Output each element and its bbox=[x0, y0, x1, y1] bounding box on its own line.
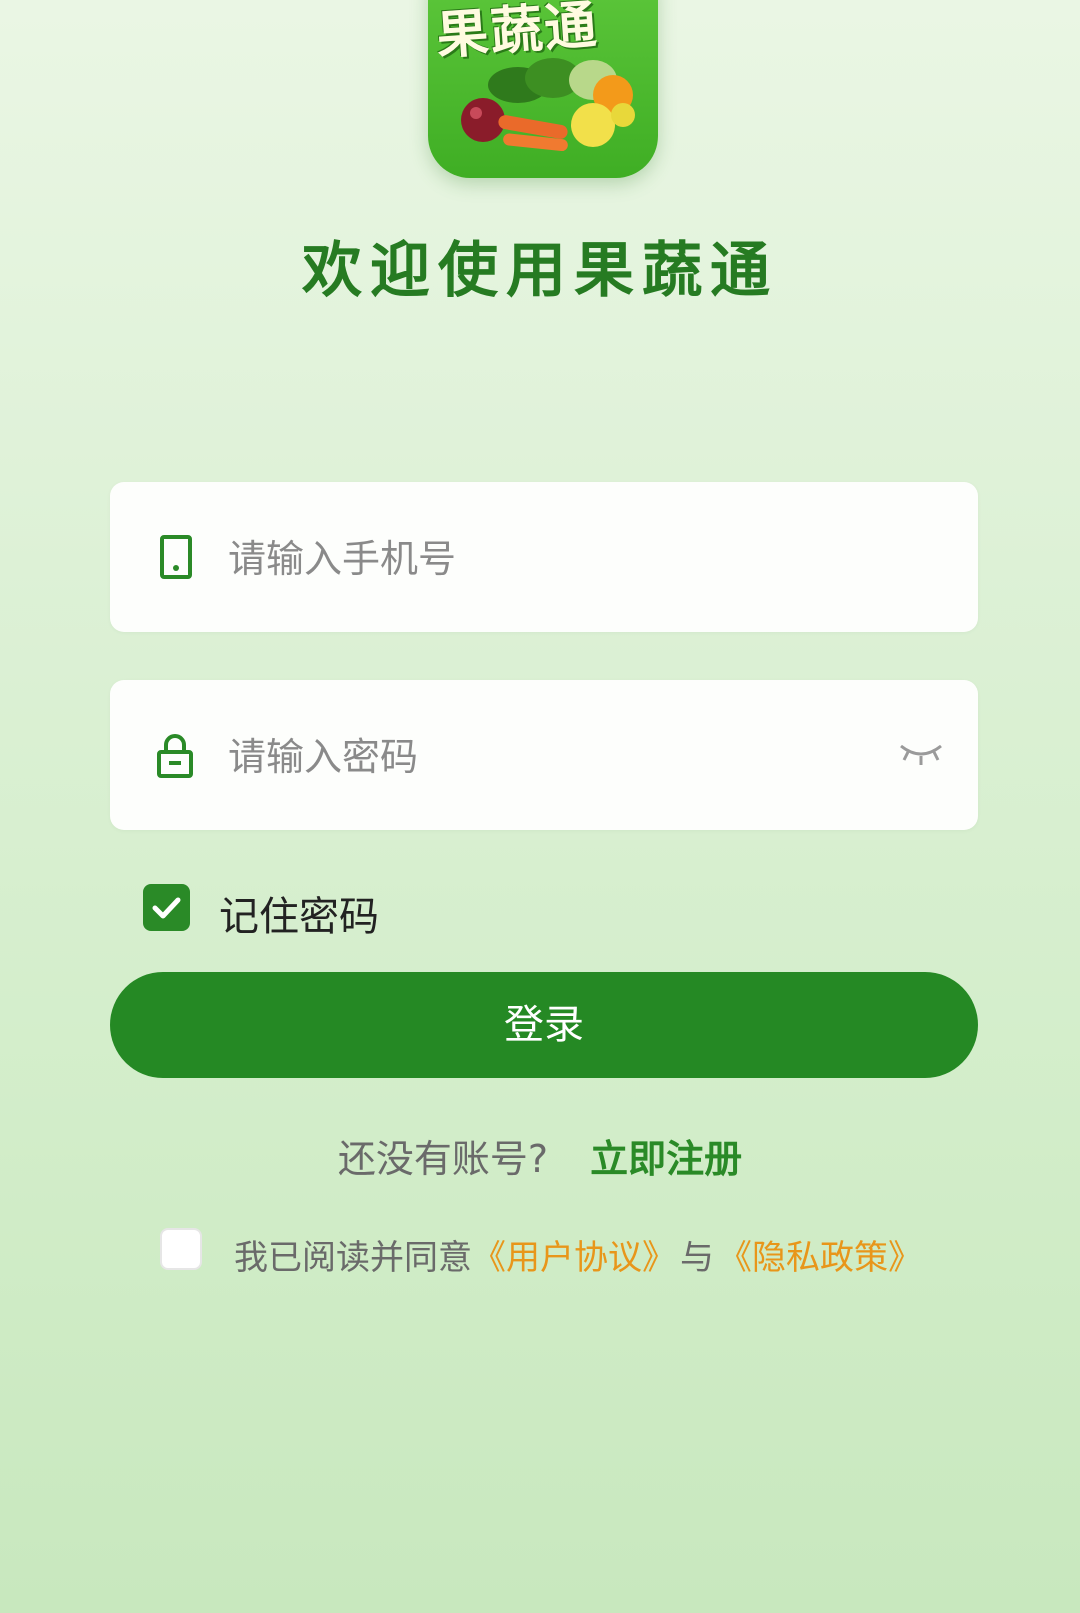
checkmark-icon bbox=[152, 897, 181, 919]
password-field[interactable]: 请输入密码 bbox=[110, 680, 978, 830]
privacy-policy-link[interactable]: 《隐私政策》 bbox=[718, 1238, 922, 1278]
welcome-title: 欢迎使用果蔬通 bbox=[302, 236, 778, 306]
eye-closed-icon[interactable] bbox=[896, 738, 946, 770]
password-input-placeholder: 请输入密码 bbox=[228, 735, 419, 779]
app-logo: 果蔬通 bbox=[428, 0, 658, 178]
register-link[interactable]: 立即注册 bbox=[590, 1137, 742, 1181]
agreement-prefix: 我已阅读并同意 bbox=[234, 1238, 472, 1278]
agreement-text: 我已阅读并同意《用户协议》与《隐私政策》 bbox=[234, 1230, 922, 1279]
phone-input-placeholder: 请输入手机号 bbox=[228, 537, 457, 581]
phone-icon bbox=[160, 535, 192, 579]
phone-field[interactable]: 请输入手机号 bbox=[110, 482, 978, 632]
user-agreement-link[interactable]: 《用户协议》 bbox=[472, 1238, 676, 1278]
lock-icon bbox=[157, 734, 193, 778]
login-button[interactable]: 登录 bbox=[110, 972, 978, 1078]
vegetables-illustration bbox=[461, 58, 635, 152]
agreement-checkbox[interactable] bbox=[160, 1228, 202, 1270]
register-row: 还没有账号? 立即注册 bbox=[0, 1128, 1080, 1183]
remember-label: 记住密码 bbox=[219, 894, 379, 940]
agreement-conjunction: 与 bbox=[680, 1238, 714, 1278]
remember-checkbox[interactable] bbox=[143, 884, 190, 931]
register-question: 还没有账号? bbox=[337, 1137, 549, 1181]
